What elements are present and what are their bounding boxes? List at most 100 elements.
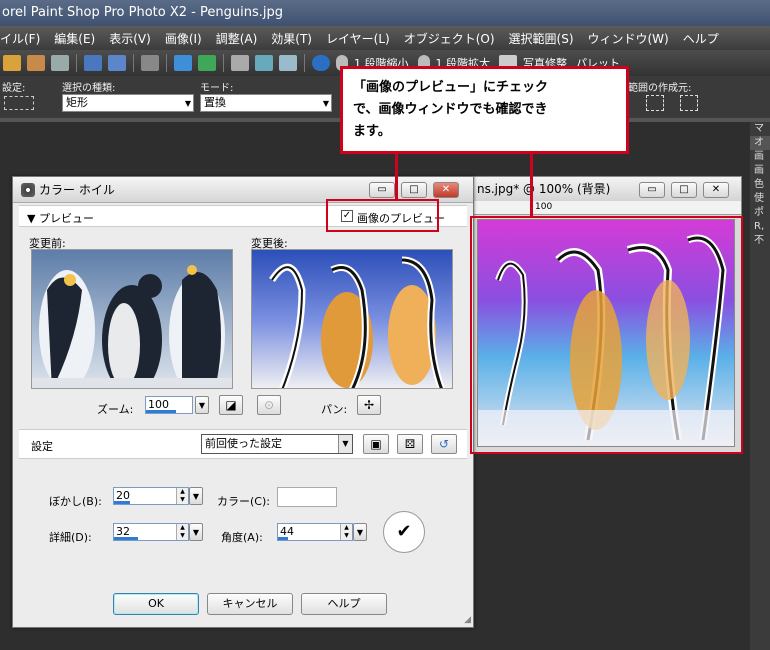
close-icon[interactable]: ✕ <box>433 182 459 198</box>
chevron-down-icon[interactable]: ▼ <box>189 487 203 505</box>
layers-icon[interactable] <box>255 55 273 71</box>
zoom-reset-icon[interactable]: ⊙ <box>257 395 281 415</box>
zoom-label: ズーム: <box>97 403 134 416</box>
penguins-effect-preview-image <box>252 250 452 388</box>
image-window-title: ns.jpg* @ 100% (背景) <box>477 182 611 196</box>
menu-image[interactable]: 画像(I) <box>159 30 210 47</box>
menu-edit[interactable]: 編集(E) <box>48 30 103 47</box>
palette-text: マ <box>754 123 764 134</box>
settings-value: 前回使った設定 <box>205 437 282 450</box>
color-swatch[interactable] <box>277 487 337 507</box>
dialog-title: カラー ホイル <box>39 183 115 197</box>
menu-selections[interactable]: 選択範囲(S) <box>503 30 582 47</box>
right-palette: マ オ 画 画 色 使 ポ R, 不 <box>750 122 770 650</box>
detail-input[interactable]: 32 ▲ ▼ <box>113 523 189 541</box>
undo-icon[interactable] <box>174 55 192 71</box>
separator <box>166 54 167 72</box>
separator <box>133 54 134 72</box>
menu-bar: イル(F) 編集(E) 表示(V) 画像(I) 調整(A) 効果(T) レイヤー… <box>0 26 770 50</box>
angle-dial-icon[interactable]: ✔ <box>383 511 425 553</box>
selection-preset-icon[interactable] <box>4 96 34 110</box>
info-icon[interactable] <box>312 55 330 71</box>
palette-text: 使 <box>754 193 764 204</box>
pan-icon[interactable]: ✢ <box>357 395 381 415</box>
highlight-image-window <box>470 216 743 454</box>
minimize-icon[interactable]: ▭ <box>369 182 395 198</box>
blur-input[interactable]: 20 ▲ ▼ <box>113 487 189 505</box>
ruler-mark: 100 <box>535 202 553 212</box>
zoom-dropdown-icon[interactable]: ▼ <box>195 396 209 414</box>
app-title-bar: orel Paint Shop Pro Photo X2 - Penguins.… <box>0 0 770 26</box>
ok-button[interactable]: OK <box>113 593 199 615</box>
separator <box>76 54 77 72</box>
browse-icon[interactable] <box>27 55 45 71</box>
palette-text: オ <box>750 136 770 150</box>
palette-text: 不 <box>754 235 764 246</box>
maximize-icon[interactable]: □ <box>401 182 427 198</box>
color-wheel-icon <box>21 183 35 197</box>
print-icon[interactable] <box>141 55 159 71</box>
create-from-layer-icon[interactable] <box>646 95 664 111</box>
chevron-down-icon[interactable]: ▼ <box>353 523 367 541</box>
save-icon[interactable] <box>84 55 102 71</box>
menu-objects[interactable]: オブジェクト(O) <box>398 30 503 47</box>
after-preview[interactable] <box>251 249 453 389</box>
palette-icon[interactable] <box>279 55 297 71</box>
scan-icon[interactable] <box>51 55 69 71</box>
menu-file[interactable]: イル(F) <box>0 30 48 47</box>
maximize-icon[interactable]: □ <box>671 182 697 198</box>
save-preset-icon[interactable]: ▣ <box>363 434 389 454</box>
proof-icon[interactable]: ◪ <box>219 395 243 415</box>
redo-icon[interactable] <box>198 55 216 71</box>
menu-layers[interactable]: レイヤー(L) <box>320 30 398 47</box>
separator <box>223 54 224 72</box>
minimize-icon[interactable]: ▭ <box>639 182 665 198</box>
settings-row: 設定 前回使った設定 ▼ ▣ ⚄ ↺ <box>19 429 467 459</box>
preview-toggle[interactable]: ▼ プレビュー <box>27 210 94 226</box>
app-title: orel Paint Shop Pro Photo X2 - Penguins.… <box>2 5 283 20</box>
zoom-slider[interactable] <box>146 410 176 413</box>
close-icon[interactable]: ✕ <box>703 182 729 198</box>
mode-select[interactable]: 置換 <box>200 94 332 112</box>
chevron-down-icon[interactable]: ▼ <box>338 435 352 453</box>
crop-icon[interactable] <box>231 55 249 71</box>
palette-text: 色 <box>754 179 764 190</box>
image-window-title-bar: ns.jpg* @ 100% (背景) ▭ □ ✕ <box>471 177 741 201</box>
save-as-icon[interactable] <box>108 55 126 71</box>
menu-adjust[interactable]: 調整(A) <box>210 30 266 47</box>
palette-text: ポ <box>754 207 764 218</box>
mode-label: モード: <box>200 83 234 94</box>
detail-slider[interactable] <box>114 537 138 540</box>
color-label: カラー(C): <box>217 495 270 508</box>
help-button[interactable]: ヘルプ <box>301 593 387 615</box>
menu-help[interactable]: ヘルプ <box>677 30 727 47</box>
chevron-down-icon[interactable]: ▼ <box>189 523 203 541</box>
settings-select[interactable]: 前回使った設定 ▼ <box>201 434 353 454</box>
selection-type-select[interactable]: 矩形 <box>62 94 194 112</box>
randomize-icon[interactable]: ⚄ <box>397 434 423 454</box>
reset-icon[interactable]: ↺ <box>431 434 457 454</box>
callout-line: ます。 <box>353 124 391 139</box>
blur-slider[interactable] <box>114 501 130 504</box>
angle-input[interactable]: 44 ▲ ▼ <box>277 523 353 541</box>
palette-text: 画 <box>754 151 764 162</box>
angle-slider[interactable] <box>278 537 288 540</box>
spin-arrows-icon[interactable]: ▲ ▼ <box>176 524 188 540</box>
pan-label: パン: <box>321 403 348 416</box>
zoom-input[interactable]: 100 <box>145 396 193 414</box>
create-from-merged-icon[interactable] <box>680 95 698 111</box>
menu-view[interactable]: 表示(V) <box>103 30 159 47</box>
menu-effects[interactable]: 効果(T) <box>265 30 320 47</box>
before-preview[interactable] <box>31 249 233 389</box>
menu-window[interactable]: ウィンドウ(W) <box>582 30 677 47</box>
callout-connector <box>530 154 533 217</box>
spin-arrows-icon[interactable]: ▲ ▼ <box>340 524 352 540</box>
cancel-button[interactable]: キャンセル <box>207 593 293 615</box>
callout-connector <box>395 154 398 200</box>
resize-grip-icon[interactable]: ◢ <box>464 615 471 625</box>
folder-icon[interactable] <box>3 55 21 71</box>
palette-text: 画 <box>754 165 764 176</box>
spin-arrows-icon[interactable]: ▲ ▼ <box>176 488 188 504</box>
settings-label: 設定 <box>31 440 53 453</box>
angle-label: 角度(A): <box>221 531 263 544</box>
